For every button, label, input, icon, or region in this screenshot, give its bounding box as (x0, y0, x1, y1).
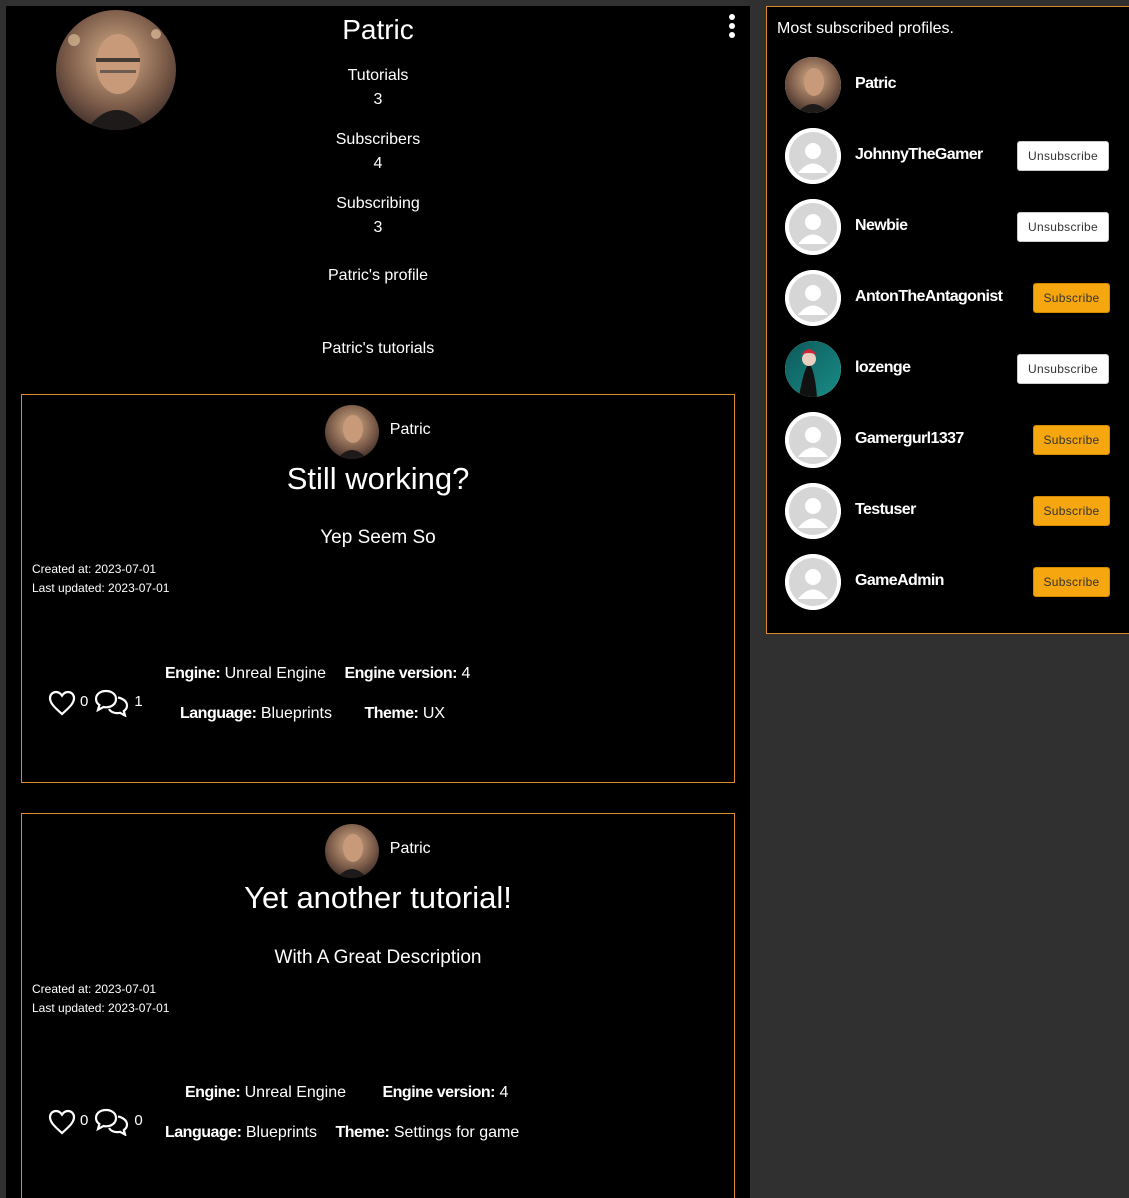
profile-name[interactable]: Patric (855, 75, 896, 93)
profile-list-item[interactable]: Newbie Unsubscribe (785, 199, 1115, 255)
engine-label: Engine: (185, 1084, 241, 1101)
tutorial-stats: 0 0 (48, 1108, 149, 1136)
stat-tutorials-value: 3 (373, 91, 383, 108)
profile-name[interactable]: JohnnyTheGamer (855, 146, 983, 164)
card-author[interactable]: Patric (22, 405, 734, 459)
default-avatar-icon[interactable] (785, 483, 841, 539)
profile-list-item[interactable]: AntonTheAntagonist Subscribe (785, 270, 1115, 326)
engine-version-value: 4 (461, 665, 471, 682)
comments-icon[interactable] (94, 689, 130, 717)
profile-name[interactable]: GameAdmin (855, 572, 944, 590)
stat-tutorials-label: Tutorials (347, 67, 409, 84)
like-count: 0 (80, 692, 89, 710)
language-label: Language: (180, 705, 257, 722)
default-avatar-icon[interactable] (785, 199, 841, 255)
stat-subscribers-value: 4 (373, 155, 383, 172)
language-value: Blueprints (260, 705, 332, 722)
tutorial-stats: 0 1 (48, 689, 149, 717)
comments-icon[interactable] (94, 1108, 130, 1136)
default-avatar-icon[interactable] (785, 554, 841, 610)
profile-name: Patric (342, 14, 414, 45)
tutorial-meta-row-2: Language: Blueprints Theme: UX (180, 705, 459, 723)
profile-list-item[interactable]: Patric (785, 57, 1115, 113)
profile-name[interactable]: Testuser (855, 501, 916, 519)
tutorial-title[interactable]: Still working? (22, 461, 734, 497)
created-at: Created at: 2023-07-01 (32, 562, 157, 576)
author-avatar (325, 405, 380, 459)
language-label: Language: (165, 1124, 242, 1141)
unsubscribe-button[interactable]: Unsubscribe (1017, 141, 1109, 171)
tutorial-dates: Created at: 2023-07-01 Last updated: 202… (32, 560, 169, 598)
engine-value: Unreal Engine (244, 1084, 347, 1101)
comment-count: 1 (134, 692, 143, 710)
author-name: Patric (389, 421, 431, 438)
comment-count: 0 (134, 1111, 143, 1129)
unsubscribe-button[interactable]: Unsubscribe (1017, 354, 1109, 384)
theme-label: Theme: (364, 705, 419, 722)
theme-value: UX (422, 705, 446, 722)
profile-list-item[interactable]: lozenge Unsubscribe (785, 341, 1115, 397)
profile-name[interactable]: Newbie (855, 217, 908, 235)
profile-list-item[interactable]: Gamergurl1337 Subscribe (785, 412, 1115, 468)
profile-list-item[interactable]: Testuser Subscribe (785, 483, 1115, 539)
subscribe-button[interactable]: Subscribe (1033, 496, 1110, 526)
tutorial-meta-row-1: Engine: Unreal Engine Engine version: 4 (185, 1084, 522, 1102)
most-subscribed-panel: Most subscribed profiles. Patric JohnnyT… (766, 6, 1129, 634)
tutorial-card[interactable]: Patric Yet another tutorial! With A Grea… (21, 813, 735, 1198)
engine-version-value: 4 (499, 1084, 509, 1101)
default-avatar-icon[interactable] (785, 412, 841, 468)
tutorial-card[interactable]: Patric Still working? Yep Seem So Create… (21, 394, 735, 783)
profile-name[interactable]: lozenge (855, 359, 911, 377)
most-subscribed-title: Most subscribed profiles. (777, 20, 954, 37)
default-avatar-icon[interactable] (785, 270, 841, 326)
heart-icon[interactable] (48, 1109, 76, 1135)
stat-subscribing-label: Subscribing (336, 195, 420, 212)
stat-subscribing-value: 3 (373, 219, 383, 236)
like-count: 0 (80, 1111, 89, 1129)
profile-list-item[interactable]: GameAdmin Subscribe (785, 554, 1115, 610)
engine-value: Unreal Engine (224, 665, 327, 682)
author-name: Patric (389, 840, 431, 857)
theme-label: Theme: (335, 1124, 390, 1141)
unsubscribe-button[interactable]: Unsubscribe (1017, 212, 1109, 242)
theme-value: Settings for game (393, 1124, 520, 1141)
profile-main-panel: Patric Tutorials 3 Subscribers 4 Subscri… (6, 6, 750, 1198)
author-avatar (325, 824, 380, 878)
profile-list-item[interactable]: JohnnyTheGamer Unsubscribe (785, 128, 1115, 184)
last-updated: Last updated: 2023-07-01 (32, 1001, 170, 1015)
profile-name[interactable]: Gamergurl1337 (855, 430, 964, 448)
tutorial-title[interactable]: Yet another tutorial! (22, 880, 734, 916)
default-avatar-icon[interactable] (785, 128, 841, 184)
tutorials-link[interactable]: Patric's tutorials (6, 340, 750, 358)
tutorial-meta-row-2: Language: Blueprints Theme: Settings for… (165, 1124, 533, 1142)
tutorial-description: Yep Seem So (320, 527, 436, 548)
engine-label: Engine: (165, 665, 221, 682)
tutorial-description: With A Great Description (274, 947, 482, 968)
card-author[interactable]: Patric (22, 824, 734, 878)
language-value: Blueprints (245, 1124, 317, 1141)
engine-version-label: Engine version: (344, 665, 458, 682)
profile-link[interactable]: Patric's profile (6, 267, 750, 285)
subscribe-button[interactable]: Subscribe (1033, 283, 1110, 313)
subscribe-button[interactable]: Subscribe (1033, 425, 1110, 455)
heart-icon[interactable] (48, 690, 76, 716)
avatar[interactable] (785, 57, 841, 113)
profile-name[interactable]: AntonTheAntagonist (855, 288, 1003, 306)
engine-version-label: Engine version: (382, 1084, 496, 1101)
tutorial-meta-row-1: Engine: Unreal Engine Engine version: 4 (165, 665, 484, 683)
created-at: Created at: 2023-07-01 (32, 982, 157, 996)
avatar[interactable] (785, 341, 841, 397)
stat-subscribers-label: Subscribers (335, 131, 421, 148)
tutorial-dates: Created at: 2023-07-01 Last updated: 202… (32, 980, 169, 1018)
subscribe-button[interactable]: Subscribe (1033, 567, 1110, 597)
last-updated: Last updated: 2023-07-01 (32, 581, 170, 595)
